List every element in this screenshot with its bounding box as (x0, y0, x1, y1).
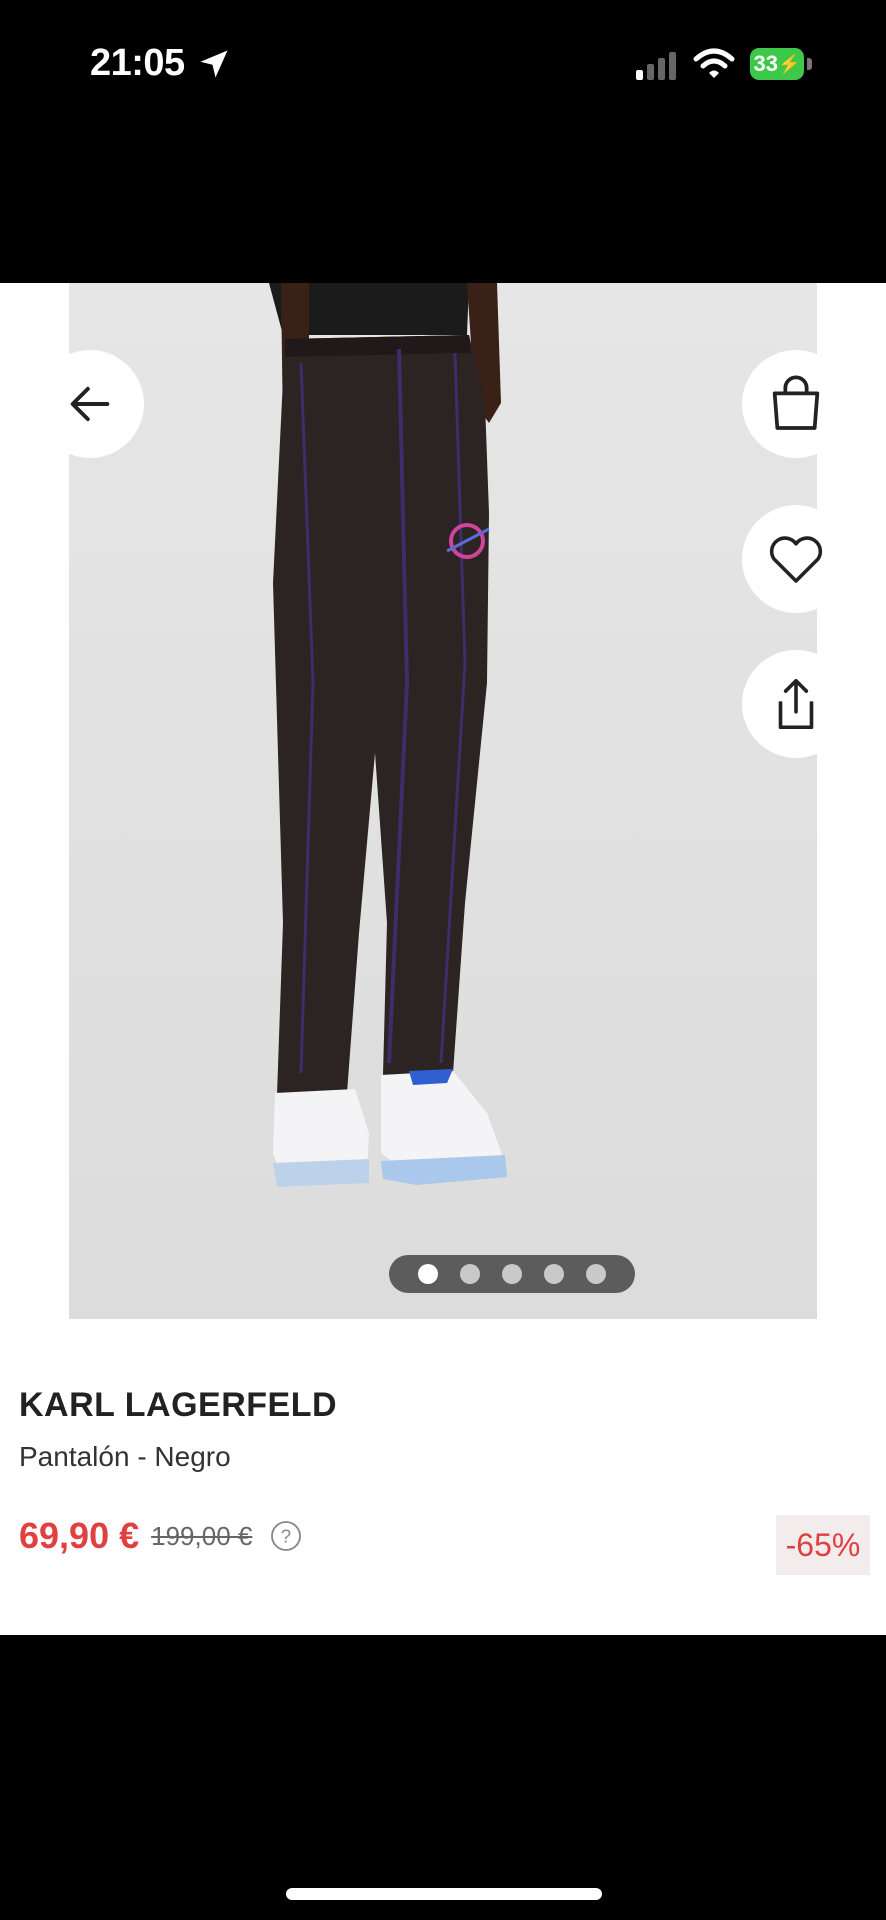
current-price: 69,90 € (19, 1515, 140, 1556)
pagination-dot-2[interactable] (460, 1264, 480, 1284)
favorite-button[interactable] (742, 505, 850, 613)
help-icon[interactable]: ? (270, 1520, 302, 1552)
original-price: 199,00 € (151, 1520, 253, 1551)
pagination-dot-4[interactable] (544, 1264, 564, 1284)
product-page: KARL LAGERFELD Pantalón - Negro 69,90 € … (0, 283, 886, 1635)
pagination-dot-5[interactable] (586, 1264, 606, 1284)
status-bar: 21:05 33 ⚡ (0, 0, 886, 130)
cart-button[interactable] (742, 350, 850, 458)
heart-icon (769, 536, 823, 583)
battery-level: 33 ⚡ (750, 48, 804, 80)
discount-badge: -65% (776, 1515, 870, 1575)
wifi-icon (693, 48, 735, 78)
location-arrow-icon (200, 50, 228, 78)
signal-icon (636, 52, 676, 80)
share-button[interactable] (742, 650, 850, 758)
gallery-pagination (389, 1255, 635, 1293)
pagination-dot-3[interactable] (502, 1264, 522, 1284)
pagination-dot-1[interactable] (418, 1264, 438, 1284)
share-icon (778, 678, 814, 730)
product-image-gallery[interactable] (69, 283, 817, 1319)
status-time: 21:05 (90, 42, 185, 84)
back-arrow-icon (70, 386, 110, 422)
battery-percent: 33 (753, 51, 779, 76)
price-row: 69,90 € 199,00 € ? (19, 1515, 302, 1557)
product-name: Pantalón - Negro (19, 1441, 231, 1472)
battery-icon: 33 ⚡ (750, 48, 812, 80)
svg-text:?: ? (281, 1526, 291, 1547)
home-indicator[interactable] (286, 1888, 602, 1900)
product-photo (69, 283, 817, 1319)
back-button[interactable] (36, 350, 144, 458)
product-brand[interactable]: KARL LAGERFELD (19, 1386, 337, 1425)
shopping-bag-icon (772, 375, 820, 430)
